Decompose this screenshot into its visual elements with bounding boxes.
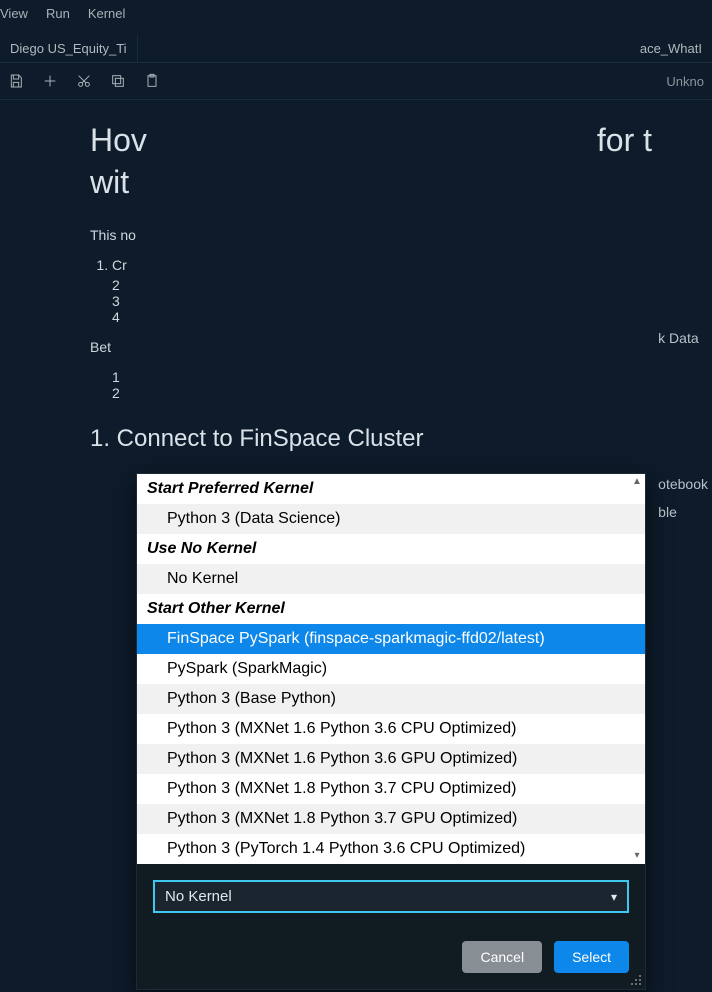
steps-list: Cr <box>90 257 652 273</box>
copy-icon[interactable] <box>110 73 126 89</box>
menu-view[interactable]: View <box>0 6 28 21</box>
menubar: View Run Kernel <box>0 0 712 27</box>
kernel-option-mxnet18-gpu[interactable]: Python 3 (MXNet 1.8 Python 3.7 GPU Optim… <box>137 804 645 834</box>
dialog-body: No Kernel ▾ <box>137 864 645 929</box>
kernel-option-nokernel[interactable]: No Kernel <box>137 564 645 594</box>
intro-text: This no <box>90 227 652 243</box>
cut-icon[interactable] <box>76 73 92 89</box>
section-nokernel-header: Use No Kernel <box>137 534 645 564</box>
cancel-button[interactable]: Cancel <box>462 941 542 973</box>
kernel-select-dropdown[interactable]: No Kernel ▾ <box>153 880 629 913</box>
kernel-option-python3-ds[interactable]: Python 3 (Data Science) <box>137 504 645 534</box>
toolbar: Unkno <box>0 63 712 100</box>
tab-right[interactable]: ace_WhatI <box>630 35 712 62</box>
section-preferred-header: Start Preferred Kernel <box>137 474 645 504</box>
section-other-header: Start Other Kernel <box>137 594 645 624</box>
list-item: Cr <box>112 257 652 273</box>
menu-kernel[interactable]: Kernel <box>88 6 126 21</box>
notebook-content: Hovfor t wit This no Cr 2 3 4 Bet 1 2 1.… <box>0 100 712 473</box>
kernel-listbox[interactable]: ▲ Start Preferred Kernel Python 3 (Data … <box>137 474 645 864</box>
right-overflow-text: k Data otebook ble <box>658 330 712 532</box>
scroll-down-icon[interactable]: ▾ <box>631 850 643 862</box>
kernel-select-dialog: ▲ Start Preferred Kernel Python 3 (Data … <box>136 473 646 990</box>
chevron-down-icon: ▾ <box>611 890 617 904</box>
page-title: Hovfor t wit <box>90 120 652 203</box>
paste-icon[interactable] <box>144 73 160 89</box>
between-text: Bet <box>90 339 652 355</box>
tabbar: Diego US_Equity_Ti ace_WhatI <box>0 27 712 63</box>
kernel-option-finspace-pyspark[interactable]: FinSpace PySpark (finspace-sparkmagic-ff… <box>137 624 645 654</box>
kernel-select-value: No Kernel <box>165 888 232 905</box>
section-heading: 1. Connect to FinSpace Cluster <box>90 425 652 453</box>
menu-run[interactable]: Run <box>46 6 70 21</box>
kernel-option-pyspark[interactable]: PySpark (SparkMagic) <box>137 654 645 684</box>
kernel-option-mxnet18-cpu[interactable]: Python 3 (MXNet 1.8 Python 3.7 CPU Optim… <box>137 774 645 804</box>
dialog-footer: Cancel Select <box>137 929 645 989</box>
add-icon[interactable] <box>42 73 58 89</box>
kernel-option-mxnet16-gpu[interactable]: Python 3 (MXNet 1.6 Python 3.6 GPU Optim… <box>137 744 645 774</box>
kernel-name-indicator[interactable]: Unkno <box>666 74 704 89</box>
kernel-option-pytorch14-cpu[interactable]: Python 3 (PyTorch 1.4 Python 3.6 CPU Opt… <box>137 834 645 864</box>
tab-left[interactable]: Diego US_Equity_Ti <box>0 35 138 62</box>
kernel-option-base-python[interactable]: Python 3 (Base Python) <box>137 684 645 714</box>
select-button[interactable]: Select <box>554 941 629 973</box>
scroll-up-icon[interactable]: ▲ <box>631 476 643 488</box>
kernel-option-mxnet16-cpu[interactable]: Python 3 (MXNet 1.6 Python 3.6 CPU Optim… <box>137 714 645 744</box>
save-icon[interactable] <box>8 73 24 89</box>
resize-grip-icon[interactable] <box>629 973 643 987</box>
